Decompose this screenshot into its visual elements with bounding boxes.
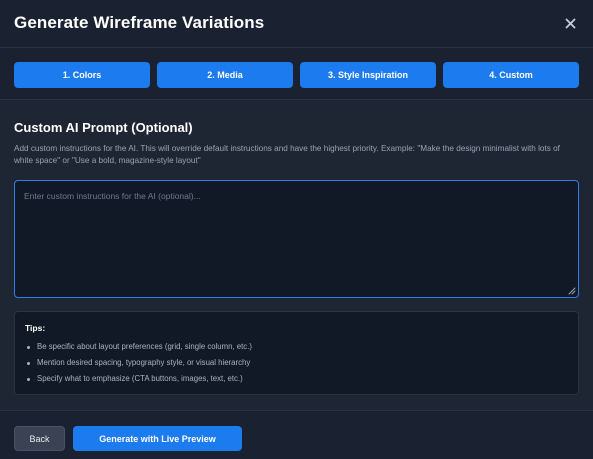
tab-media[interactable]: 2. Media (157, 62, 293, 88)
step-tabs: 1. Colors 2. Media 3. Style Inspiration … (0, 48, 593, 100)
tips-panel: Tips: Be specific about layout preferenc… (14, 311, 579, 395)
back-button[interactable]: Back (14, 426, 65, 451)
tips-title: Tips: (25, 323, 46, 333)
generate-live-preview-button[interactable]: Generate with Live Preview (73, 426, 242, 451)
custom-prompt-textarea[interactable] (14, 180, 579, 298)
tab-colors[interactable]: 1. Colors (14, 62, 150, 88)
generate-wireframe-modal: Generate Wireframe Variations 1. Colors … (0, 0, 593, 459)
section-description: Add custom instructions for the AI. This… (14, 144, 560, 165)
tab-style-inspiration[interactable]: 3. Style Inspiration (300, 62, 436, 88)
tab-custom[interactable]: 4. Custom (443, 62, 579, 88)
modal-title: Generate Wireframe Variations (14, 13, 265, 32)
tips-list: Be specific about layout preferences (gr… (25, 339, 252, 387)
section-title: Custom AI Prompt (Optional) (14, 120, 193, 135)
tip-item: Mention desired spacing, typography styl… (25, 355, 252, 371)
close-button[interactable] (561, 14, 579, 32)
resize-handle-icon[interactable] (567, 286, 576, 295)
tip-item: Specify what to emphasize (CTA buttons, … (25, 371, 252, 387)
tip-item: Be specific about layout preferences (gr… (25, 339, 252, 355)
close-icon (565, 18, 575, 28)
modal-footer: Back Generate with Live Preview (0, 410, 593, 459)
modal-header: Generate Wireframe Variations (0, 0, 593, 48)
